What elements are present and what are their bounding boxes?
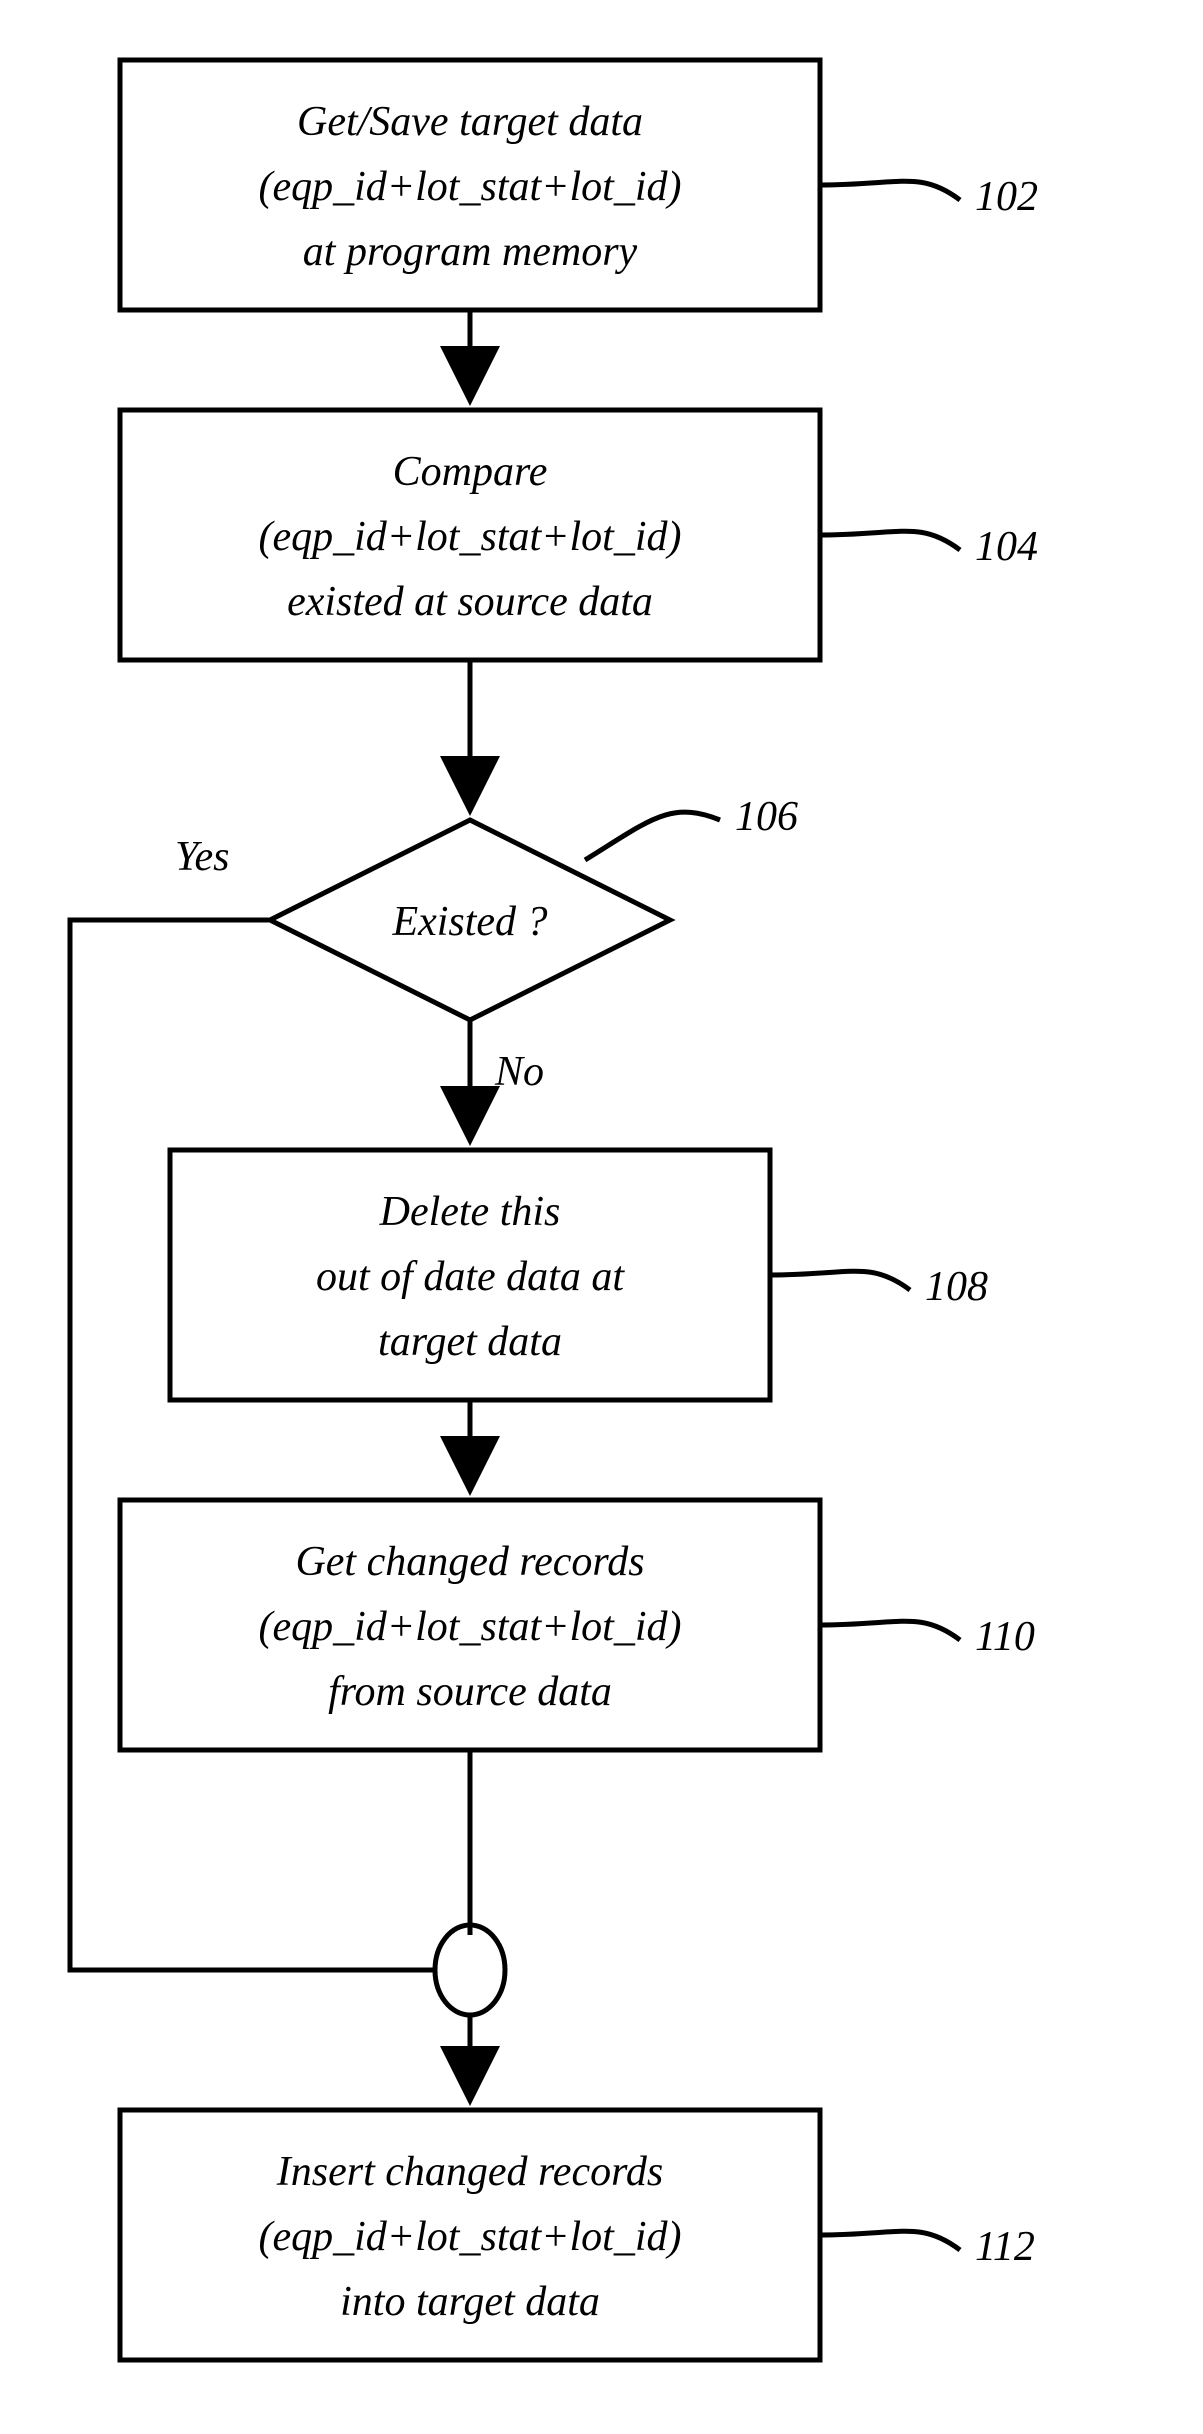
node-104-line2: (eqp_id+lot_stat+lot_id) bbox=[259, 514, 682, 560]
node-106: Existed ? bbox=[270, 820, 670, 1020]
ref-110: 110 bbox=[975, 1614, 1035, 1660]
leader-108 bbox=[770, 1271, 910, 1290]
edge-label-no: No bbox=[494, 1049, 544, 1095]
join-node bbox=[435, 1925, 505, 2015]
node-102-line3: at program memory bbox=[303, 229, 638, 275]
node-108: Delete this out of date data at target d… bbox=[170, 1150, 770, 1400]
leader-112 bbox=[820, 2231, 960, 2250]
flowchart: Get/Save target data (eqp_id+lot_stat+lo… bbox=[0, 0, 1203, 2434]
node-110-line3: from source data bbox=[328, 1669, 612, 1715]
node-106-line1: Existed ? bbox=[391, 899, 547, 945]
ref-102: 102 bbox=[975, 174, 1038, 220]
leader-110 bbox=[820, 1621, 960, 1640]
node-108-line1: Delete this bbox=[379, 1189, 561, 1235]
leader-104 bbox=[820, 531, 960, 550]
node-104: Compare (eqp_id+lot_stat+lot_id) existed… bbox=[120, 410, 820, 660]
ref-112: 112 bbox=[975, 2224, 1035, 2270]
ref-106: 106 bbox=[735, 794, 798, 840]
node-112-line3: into target data bbox=[340, 2279, 600, 2325]
node-108-line2: out of date data at bbox=[316, 1254, 625, 1300]
ref-108: 108 bbox=[925, 1264, 988, 1310]
node-110-line2: (eqp_id+lot_stat+lot_id) bbox=[259, 1604, 682, 1650]
edge-label-yes: Yes bbox=[175, 834, 230, 880]
node-112: Insert changed records (eqp_id+lot_stat+… bbox=[120, 2110, 820, 2360]
node-110-line1: Get changed records bbox=[295, 1539, 644, 1585]
node-104-line1: Compare bbox=[393, 449, 548, 495]
node-112-line1: Insert changed records bbox=[276, 2149, 663, 2195]
ref-104: 104 bbox=[975, 524, 1038, 570]
leader-102 bbox=[820, 181, 960, 200]
node-112-line2: (eqp_id+lot_stat+lot_id) bbox=[259, 2214, 682, 2260]
node-108-line3: target data bbox=[378, 1319, 562, 1365]
node-110: Get changed records (eqp_id+lot_stat+lot… bbox=[120, 1500, 820, 1750]
edge-106-join bbox=[70, 920, 435, 1970]
leader-106 bbox=[585, 812, 720, 860]
node-102-line2: (eqp_id+lot_stat+lot_id) bbox=[259, 164, 682, 210]
node-104-line3: existed at source data bbox=[287, 579, 653, 625]
node-102: Get/Save target data (eqp_id+lot_stat+lo… bbox=[120, 60, 820, 310]
node-102-line1: Get/Save target data bbox=[297, 99, 643, 145]
